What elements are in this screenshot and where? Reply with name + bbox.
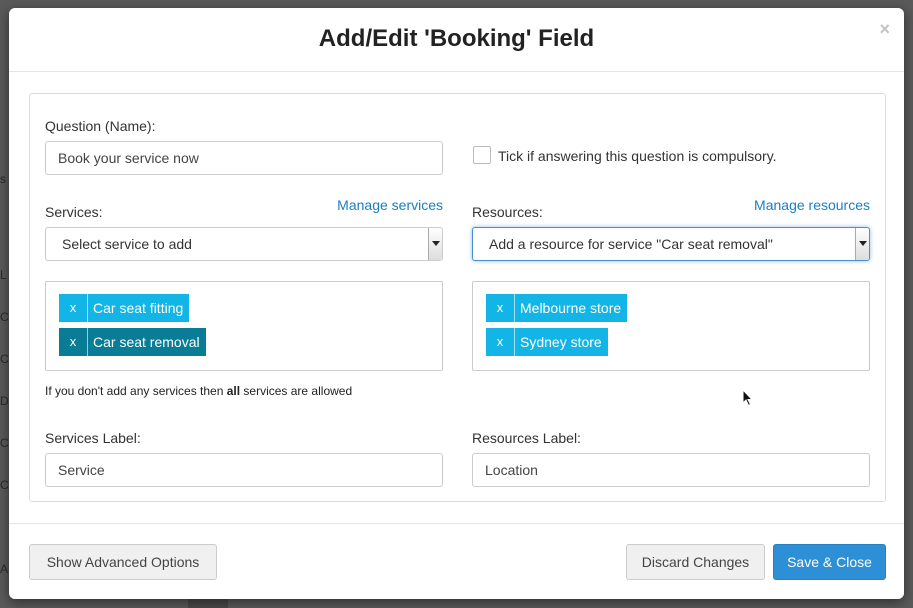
manage-resources-link[interactable]: Manage resources — [754, 197, 870, 213]
modal-title: Add/Edit 'Booking' Field — [318, 25, 595, 52]
backdrop-text: C — [0, 310, 9, 324]
show-advanced-options-button[interactable]: Show Advanced Options — [29, 544, 217, 580]
remove-tag-icon[interactable]: x — [486, 294, 515, 322]
compulsory-checkbox[interactable] — [473, 146, 491, 164]
resource-tag-label: Sydney store — [520, 334, 602, 350]
backdrop-text: D — [0, 394, 9, 408]
services-hint: If you don't add any services then all s… — [45, 384, 352, 398]
mouse-pointer-icon — [742, 389, 754, 407]
service-tag: x Car seat fitting — [59, 294, 190, 322]
backdrop-text: A — [0, 562, 9, 576]
service-tag-label: Car seat fitting — [93, 300, 184, 316]
remove-tag-icon[interactable]: x — [486, 328, 515, 356]
manage-services-link[interactable]: Manage services — [337, 197, 443, 213]
backdrop-text: C — [0, 352, 9, 366]
hint-emphasis: all — [226, 384, 241, 398]
save-close-button[interactable]: Save & Close — [773, 544, 886, 580]
service-select-placeholder: Select service to add — [62, 236, 192, 252]
resources-label-input[interactable]: Location — [472, 453, 870, 487]
discard-changes-button[interactable]: Discard Changes — [626, 544, 765, 580]
services-label-field-label: Services Label: — [45, 430, 141, 446]
chevron-down-icon[interactable] — [428, 228, 442, 260]
services-label: Services: — [45, 204, 103, 220]
services-label-input[interactable]: Service — [45, 453, 443, 487]
service-select[interactable]: Select service to add — [45, 227, 443, 261]
backdrop-text: C — [0, 436, 9, 450]
services-tag-list: x Car seat fitting x Car seat removal — [45, 281, 443, 371]
modal-footer: Show Advanced Options Discard Changes Sa… — [9, 523, 904, 599]
backdrop-text: L — [0, 268, 7, 282]
question-label: Question (Name): — [45, 118, 156, 134]
backdrop-text: s — [0, 172, 6, 186]
service-tag-label: Car seat removal — [93, 334, 200, 350]
backdrop-panel — [188, 598, 228, 608]
resources-tag-list: x Melbourne store x Sydney store — [472, 281, 870, 371]
resource-tag: x Sydney store — [486, 328, 608, 356]
question-input[interactable]: Book your service now — [45, 141, 443, 175]
resource-tag: x Melbourne store — [486, 294, 628, 322]
resource-select-value: Add a resource for service "Car seat rem… — [489, 236, 773, 252]
resources-label: Resources: — [472, 204, 543, 220]
hint-text: If you don't add any services then — [45, 384, 227, 398]
backdrop-text: C — [0, 478, 9, 492]
modal-header: Add/Edit 'Booking' Field × — [9, 8, 904, 72]
service-tag: x Car seat removal — [59, 328, 206, 356]
resource-tag-label: Melbourne store — [520, 300, 622, 316]
remove-tag-icon[interactable]: x — [59, 294, 88, 322]
chevron-down-icon[interactable] — [855, 228, 869, 260]
resource-select[interactable]: Add a resource for service "Car seat rem… — [472, 227, 870, 261]
edit-field-modal: Add/Edit 'Booking' Field × Question (Nam… — [9, 8, 904, 599]
remove-tag-icon[interactable]: x — [59, 328, 88, 356]
hint-text: services are allowed — [240, 384, 353, 398]
close-icon[interactable]: × — [879, 20, 890, 38]
modal-body: Question (Name): Book your service now T… — [29, 93, 886, 502]
resources-label-field-label: Resources Label: — [472, 430, 581, 446]
compulsory-label: Tick if answering this question is compu… — [498, 148, 777, 164]
